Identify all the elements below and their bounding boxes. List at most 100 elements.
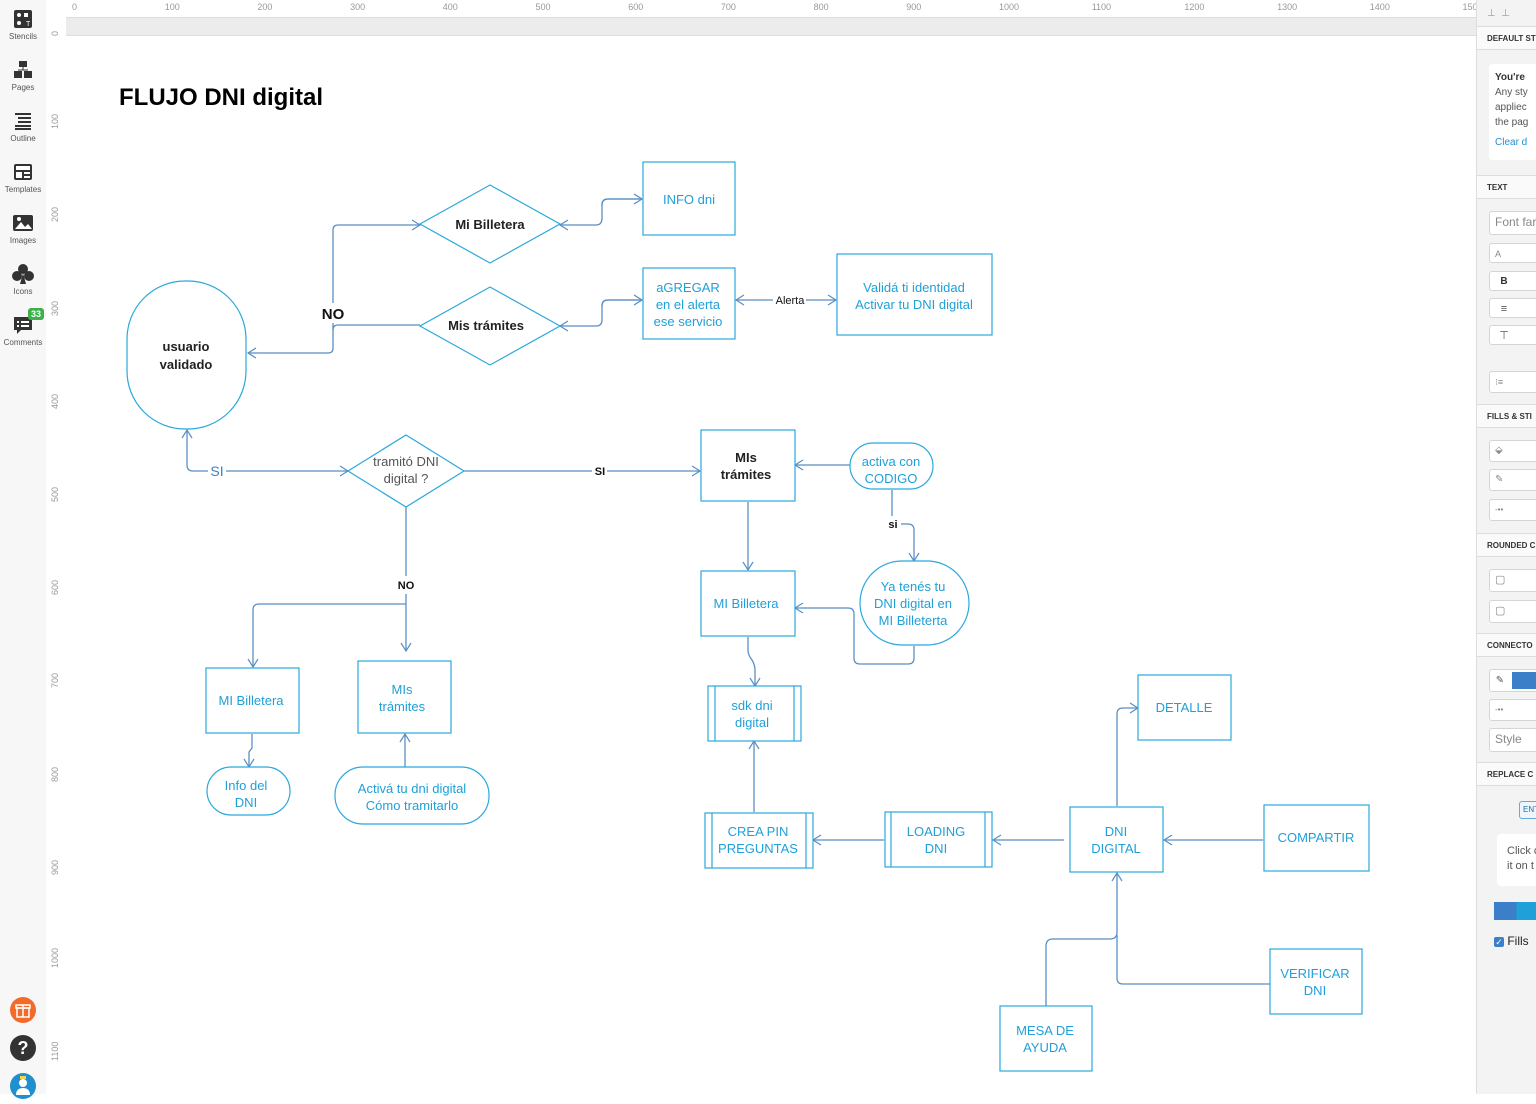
ruler-tick-label: 0 <box>50 30 60 36</box>
connector-color-swatch <box>1512 672 1536 689</box>
user-avatar[interactable] <box>10 1073 36 1099</box>
avatar-icon <box>16 1076 30 1095</box>
node-label-line: DNI <box>925 841 947 856</box>
node-label-line: Validá ti identidad <box>863 280 965 295</box>
node-label-mi-billetera-d: Mi Billetera <box>455 217 525 232</box>
comments-count-badge: 33 <box>28 308 45 320</box>
node-label-line: MIs <box>392 682 413 697</box>
toolbar-icons[interactable]: Icons <box>0 263 46 296</box>
stroke-style-input[interactable]: -•• <box>1489 499 1536 521</box>
fill-color-input[interactable]: ⬙ <box>1489 440 1536 462</box>
toolbar-label: Stencils <box>8 32 37 41</box>
ruler-tick-label: 1000 <box>999 2 1020 12</box>
edge-dni-to-detalle[interactable] <box>1116 702 1140 806</box>
node-label-detalle: DETALLE <box>1156 700 1213 715</box>
toolbar-label: Pages <box>11 83 35 92</box>
node-label-line: CREA PIN <box>728 824 789 839</box>
align-icons[interactable]: ⊥ ⊥ <box>1487 8 1510 19</box>
stencils-icon: T <box>14 10 32 28</box>
hint-line: it on t <box>1507 860 1534 872</box>
valign-top-icon: ⊤ <box>1499 330 1509 342</box>
edge-mistramites-to-agregar[interactable] <box>601 294 644 307</box>
ruler-tick-label: 800 <box>50 766 60 782</box>
node-label-line: Cómo tramitarlo <box>366 798 458 813</box>
node-label-line: aGREGAR <box>656 280 720 295</box>
node-loading-dni[interactable] <box>884 811 993 868</box>
ruler-tick-label: 300 <box>50 300 60 316</box>
left-toolbar: T Stencils Pages Outline Templates Image… <box>0 0 47 1099</box>
ruler-tick-label: 100 <box>50 114 60 130</box>
toolbar-stencils[interactable]: T Stencils <box>0 8 46 41</box>
dash-icon: -•• <box>1495 505 1504 514</box>
toolbar-images[interactable]: Images <box>0 212 46 245</box>
edge-label-no: NO <box>398 580 415 592</box>
node-sdk-dni[interactable] <box>707 685 802 742</box>
node-label-line: DNI digital en <box>874 596 952 611</box>
pencil-icon: ✎ <box>1495 675 1505 686</box>
node-label-line: Ya tenés tu <box>881 579 946 594</box>
toolbar-outline[interactable]: Outline <box>0 110 46 143</box>
list-style-button[interactable]: ⁝≡ <box>1489 371 1536 393</box>
section-default-style: DEFAULT ST <box>1477 26 1536 50</box>
ruler-tick-label: 400 <box>50 393 60 409</box>
node-label-line: Activá tu dni digital <box>358 781 467 796</box>
connector-style-select[interactable]: Style <box>1489 728 1536 752</box>
edge-mesa-to-dni[interactable] <box>1045 871 1123 1006</box>
edge-no-to-mibilletera-left[interactable] <box>247 603 406 669</box>
toolbar-label: Images <box>9 236 37 245</box>
toolbar-pages[interactable]: Pages <box>0 59 46 92</box>
corner-radius-input[interactable]: ▢ <box>1489 569 1536 592</box>
edge-mibilletera-to-infodni[interactable] <box>601 193 644 206</box>
fills-checkbox[interactable]: ✓ Fills <box>1494 934 1529 948</box>
stroke-color-input[interactable]: ✎ <box>1489 469 1536 491</box>
list-icon: ⁝≡ <box>1495 377 1504 387</box>
node-label-line: VERIFICAR <box>1280 966 1349 981</box>
connector-color-input[interactable]: ✎ <box>1489 669 1536 692</box>
valign-top-button[interactable]: ⊤ <box>1489 325 1536 345</box>
edge-si-to-usuario[interactable] <box>181 428 208 472</box>
edge-si-to-yatenes[interactable] <box>901 523 920 563</box>
toolbar-templates[interactable]: Templates <box>0 161 46 194</box>
whats-new-button[interactable] <box>10 997 36 1023</box>
align-left-button[interactable]: ≡ <box>1489 298 1536 318</box>
node-mesa-ayuda[interactable] <box>999 1005 1093 1072</box>
ruler-tick-label: 900 <box>906 2 922 12</box>
connector-style-input[interactable]: -•• <box>1489 699 1536 721</box>
node-label-line: digital ? <box>384 471 429 486</box>
diagram-canvas[interactable]: FLUJO DNI digital NO SI SI NO Alerta si … <box>66 36 1476 1094</box>
ruler-tick-label: 1100 <box>1091 2 1112 12</box>
ruler-tick-label: 800 <box>813 2 829 12</box>
edge-infodni-to-mibilletera[interactable] <box>558 198 642 231</box>
ruler-tick-label: 1300 <box>1277 2 1298 12</box>
font-size-input[interactable]: A <box>1489 243 1536 263</box>
ruler-tick-label: 600 <box>628 2 644 12</box>
edge-verificar-to-dni[interactable] <box>1116 935 1270 985</box>
color-palette-strip[interactable] <box>1494 902 1536 920</box>
ruler-tick-label: 700 <box>720 2 736 12</box>
toolbar-comments[interactable]: 33 Comments <box>0 308 46 347</box>
edge-mis-tramites-to-usuario[interactable] <box>246 324 420 359</box>
node-label-line: usuario <box>163 339 210 354</box>
node-dni-digital[interactable] <box>1069 806 1164 873</box>
edge-mibilletera-to-sdk[interactable] <box>747 637 761 688</box>
node-label-mi-billetera-box: MI Billetera <box>713 596 779 611</box>
edge-agregar-to-mistramites[interactable] <box>558 299 642 332</box>
checkbox-checked-icon: ✓ <box>1494 936 1504 947</box>
card-heading: You're <box>1495 72 1525 83</box>
node-mis-tramites-box[interactable] <box>700 429 796 502</box>
edge-mibilletera-to-infodel[interactable] <box>243 734 255 769</box>
shadow-input[interactable]: ▢ <box>1489 600 1536 623</box>
font-family-input[interactable]: Font far <box>1489 211 1536 235</box>
ruler-tick-label: 1400 <box>1369 2 1390 12</box>
node-mis-tramites-left[interactable] <box>357 660 452 734</box>
enter-button[interactable]: ENT <box>1519 801 1536 819</box>
section-connectors: CONNECTO <box>1477 633 1536 657</box>
node-verificar-dni[interactable] <box>1269 948 1363 1015</box>
help-button[interactable]: ? <box>10 1035 36 1061</box>
node-label-line: DIGITAL <box>1091 841 1141 856</box>
node-label-line: tramitó DNI <box>373 454 439 469</box>
node-usuario-validado[interactable] <box>126 280 247 430</box>
bold-button[interactable]: B <box>1489 271 1536 291</box>
clear-defaults-link[interactable]: Clear d <box>1495 135 1536 150</box>
node-label-info-dni: INFO dni <box>663 192 715 207</box>
